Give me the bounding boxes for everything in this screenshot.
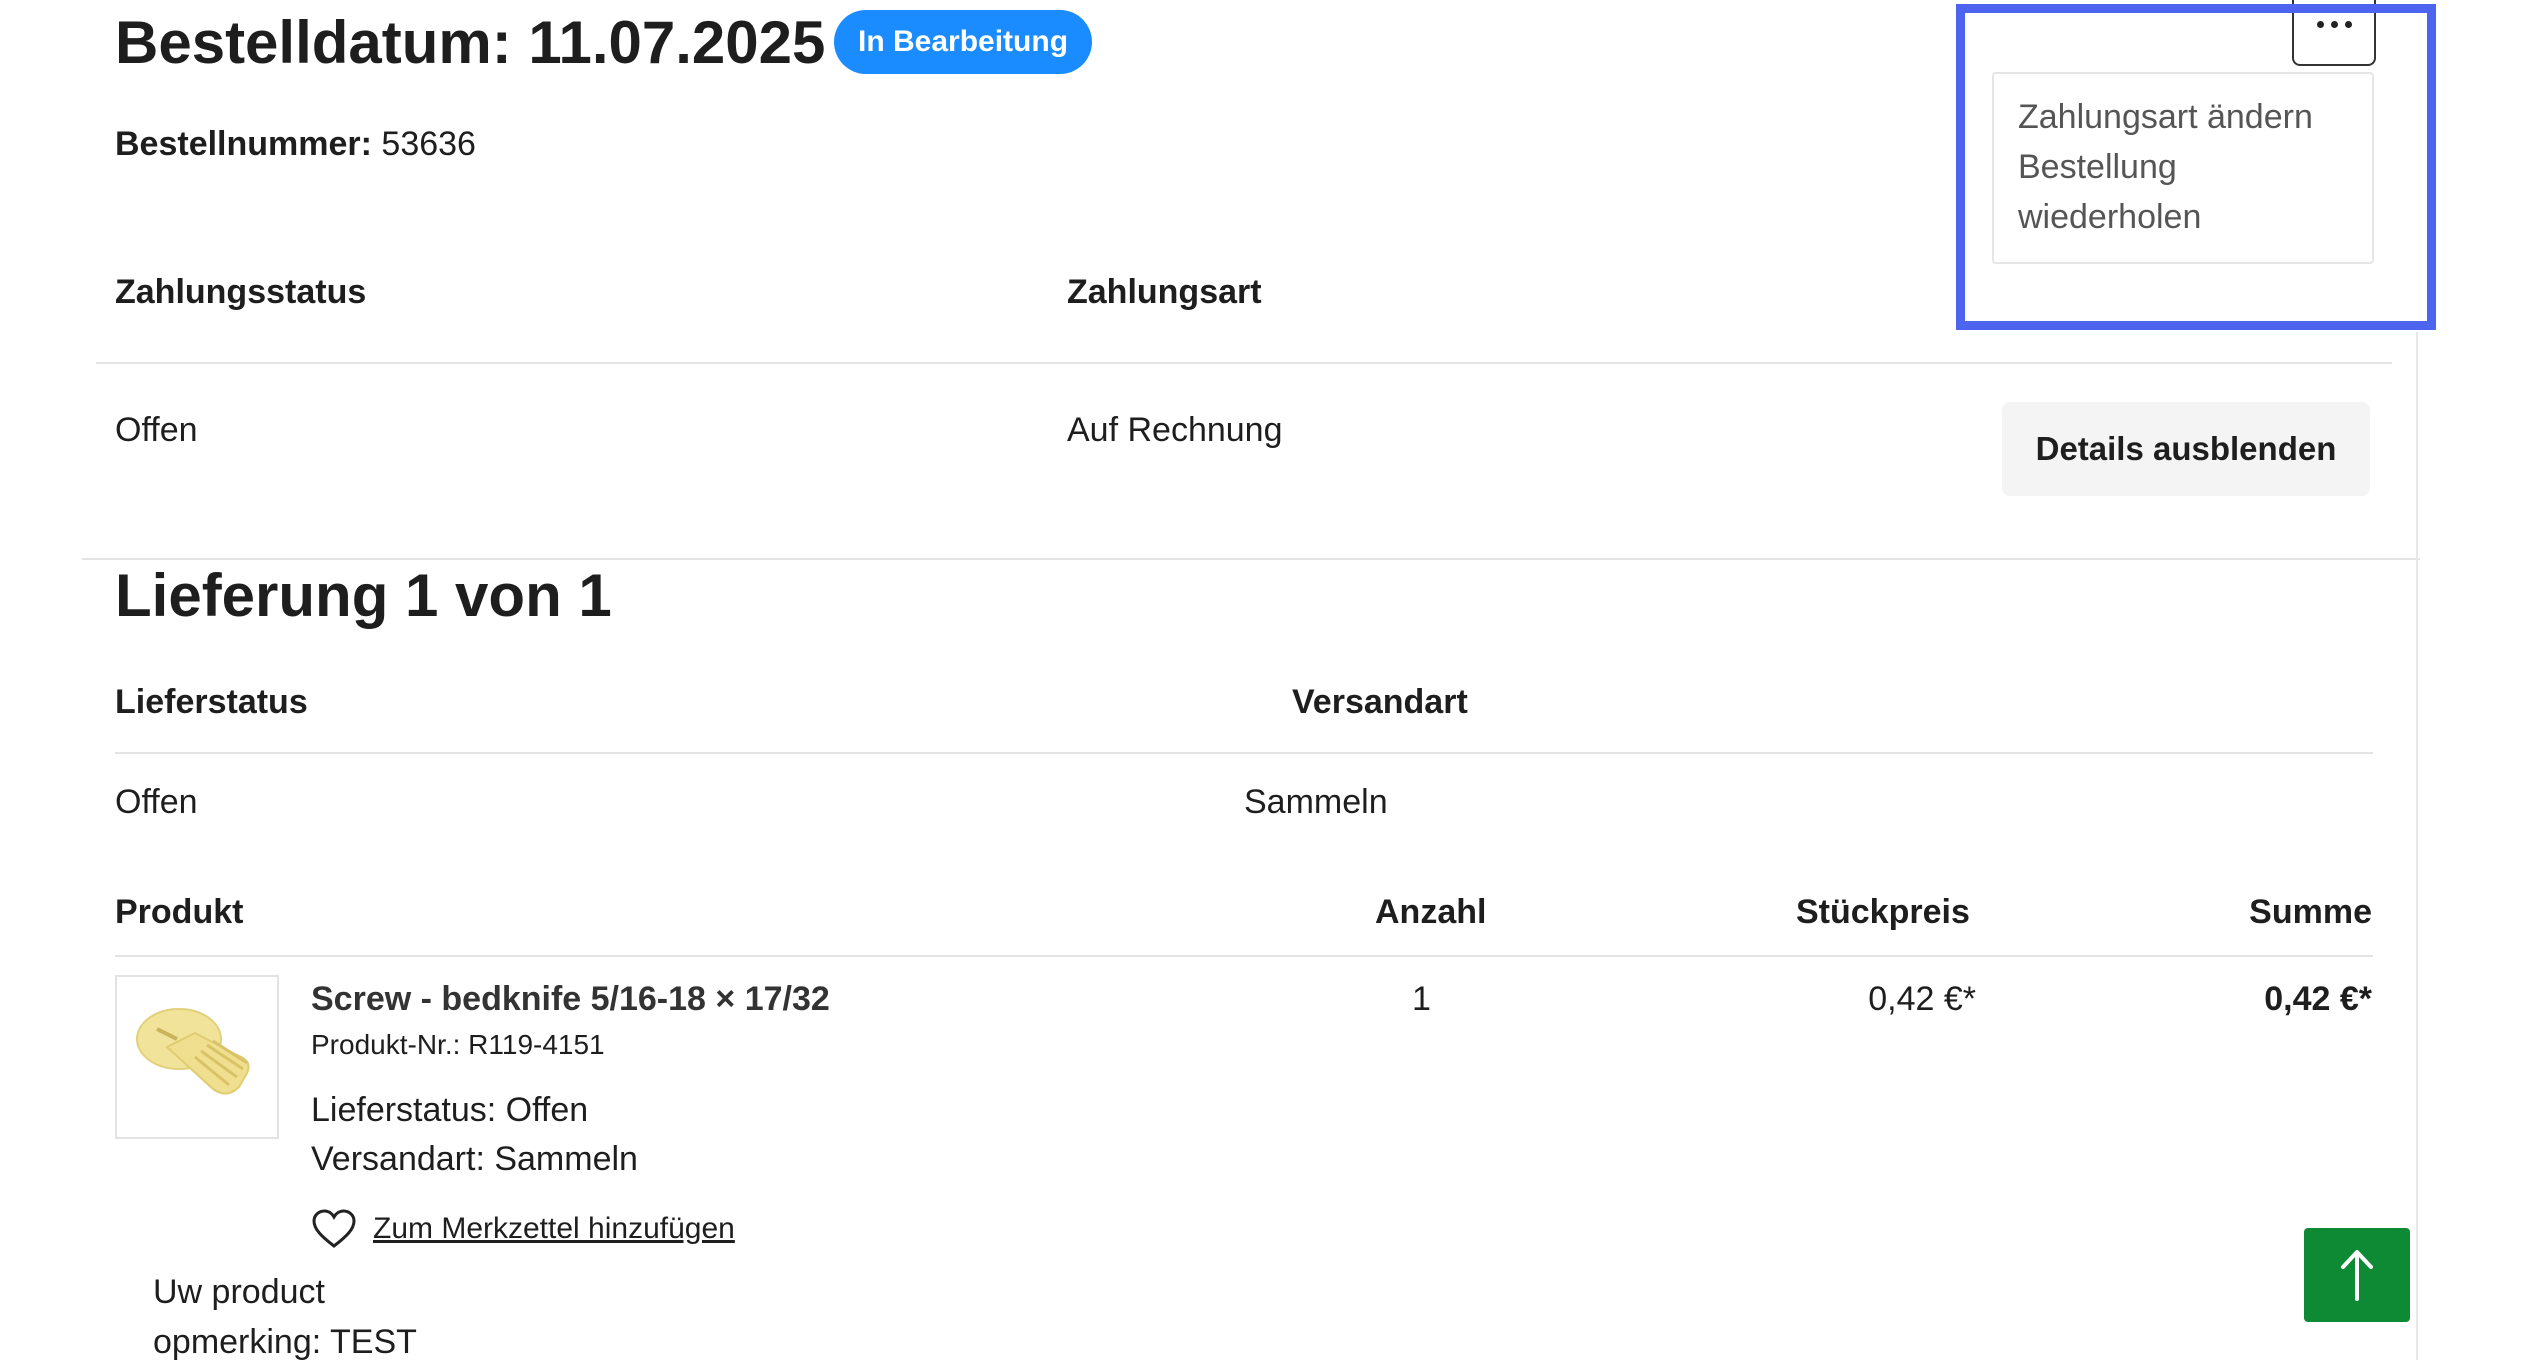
menu-item-reorder-line2[interactable]: wiederholen <box>2018 192 2348 242</box>
shipping-method-value: Sammeln <box>1244 783 1388 821</box>
order-number-label: Bestellnummer: <box>115 125 372 163</box>
content-border <box>2416 332 2418 1360</box>
delivery-status-header: Lieferstatus <box>115 683 308 721</box>
actions-dropdown-menu: Zahlungsart ändern Bestellung wiederhole… <box>1992 72 2374 264</box>
product-number: Produkt-Nr.: R119-4151 <box>311 1029 605 1060</box>
hide-details-button[interactable]: Details ausblenden <box>2002 402 2370 496</box>
product-thumbnail[interactable] <box>115 975 279 1139</box>
payment-status-value: Offen <box>115 411 198 449</box>
menu-item-reorder-line1[interactable]: Bestellung <box>2018 142 2348 192</box>
delivery-title: Lieferung 1 von 1 <box>115 562 612 629</box>
heart-icon <box>312 1209 356 1248</box>
product-name[interactable]: Screw - bedknife 5/16-18 × 17/32 <box>311 977 830 1021</box>
order-number: Bestellnummer: 53636 <box>115 122 476 166</box>
product-delivery-status: Lieferstatus: Offen <box>311 1091 589 1129</box>
menu-item-reorder[interactable]: Bestellung wiederholen <box>2018 142 2348 242</box>
product-remark-line1: Uw product <box>153 1273 325 1311</box>
delivery-divider <box>115 752 2373 754</box>
payment-method-header: Zahlungsart <box>1067 273 1262 311</box>
payment-divider <box>96 362 2392 364</box>
more-dots-icon <box>2316 20 2352 28</box>
add-to-wishlist-link[interactable]: Zum Merkzettel hinzufügen <box>311 1208 735 1250</box>
unit-price-header: Stückpreis <box>1796 893 1970 931</box>
status-badge: In Bearbeitung <box>834 10 1093 74</box>
shipping-method-header: Versandart <box>1292 683 1468 721</box>
quantity-header: Anzahl <box>1375 893 1487 931</box>
product-total: 0,42 €* <box>2264 980 2372 1018</box>
product-quantity: 1 <box>1412 980 1431 1018</box>
product-remark-line2: opmerking: TEST <box>153 1323 417 1361</box>
total-header: Summe <box>2249 893 2372 931</box>
scroll-to-top-button[interactable] <box>2304 1228 2410 1322</box>
page-title: Bestelldatum: 11.07.2025 <box>115 9 826 76</box>
product-shipping: Versandart: Sammeln <box>311 1140 638 1178</box>
products-divider <box>115 955 2373 957</box>
product-unit-price: 0,42 €* <box>1868 980 1976 1018</box>
payment-status-header: Zahlungsstatus <box>115 273 367 311</box>
product-header: Produkt <box>115 893 244 931</box>
arrow-up-icon <box>2341 1250 2373 1301</box>
wishlist-label[interactable]: Zum Merkzettel hinzufügen <box>373 1212 735 1246</box>
more-actions-button[interactable] <box>2292 0 2376 66</box>
order-number-value: 53636 <box>381 125 476 163</box>
menu-item-change-payment[interactable]: Zahlungsart ändern <box>2018 92 2348 142</box>
delivery-status-value: Offen <box>115 783 198 821</box>
screw-image <box>136 1008 250 1095</box>
payment-method-value: Auf Rechnung <box>1067 411 1283 449</box>
